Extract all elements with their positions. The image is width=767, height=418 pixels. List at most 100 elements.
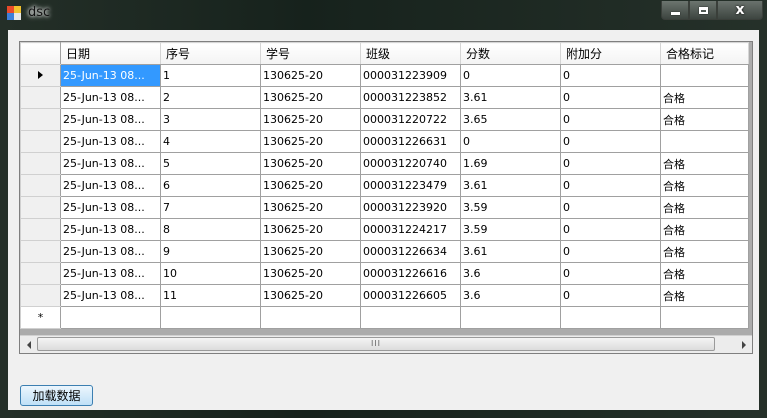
cell-pass-mark[interactable]: 合格 [660,240,749,263]
cell-date[interactable] [60,306,161,329]
cell-pass-mark[interactable]: 合格 [660,86,749,109]
cell-pass-mark[interactable]: 合格 [660,108,749,131]
table-row[interactable]: 25-Jun-13 08... 8 130625-20 000031224217 3.5… [20,218,749,241]
cell-score[interactable]: 3.6 [460,284,561,307]
cell-seq[interactable]: 10 [160,262,261,285]
scroll-left-button[interactable] [20,336,37,353]
cell-score[interactable]: 3.59 [460,218,561,241]
cell-seq[interactable]: 3 [160,108,261,131]
cell-student-id[interactable]: 130625-20 [260,262,361,285]
cell-pass-mark[interactable]: 合格 [660,196,749,219]
cell-class[interactable]: 000031226634 [360,240,461,263]
cell-class[interactable]: 000031224217 [360,218,461,241]
cell-seq[interactable]: 9 [160,240,261,263]
cell-pass-mark[interactable] [660,130,749,153]
cell-pass-mark[interactable]: 合格 [660,262,749,285]
cell-class[interactable]: 000031223479 [360,174,461,197]
column-header-student-id[interactable]: 学号 [260,42,361,65]
cell-score[interactable]: 1.69 [460,152,561,175]
cell-student-id[interactable]: 130625-20 [260,240,361,263]
cell-bonus[interactable]: 0 [560,196,661,219]
row-header-cell[interactable] [20,262,61,285]
cell-bonus[interactable]: 0 [560,64,661,87]
new-row[interactable]: * [20,306,749,329]
cell-class[interactable]: 000031223909 [360,64,461,87]
row-header-cell[interactable] [20,196,61,219]
cell-class[interactable]: 000031223852 [360,86,461,109]
row-header-cell[interactable] [20,152,61,175]
table-row[interactable]: 25-Jun-13 08... 3 130625-20 000031220722 3.6… [20,108,749,131]
load-data-button[interactable]: 加载数据 [20,385,93,406]
row-header-cell[interactable] [20,86,61,109]
table-row[interactable]: 25-Jun-13 08... 10 130625-20 000031226616 3.… [20,262,749,285]
scroll-right-button[interactable] [735,336,752,353]
cell-score[interactable]: 3.65 [460,108,561,131]
cell-class[interactable]: 000031226605 [360,284,461,307]
cell-bonus[interactable]: 0 [560,262,661,285]
cell-class[interactable]: 000031226616 [360,262,461,285]
cell-seq[interactable] [160,306,261,329]
cell-seq[interactable]: 8 [160,218,261,241]
close-button[interactable]: x [717,1,763,20]
cell-bonus[interactable]: 0 [560,108,661,131]
row-header-cell[interactable]: * [20,306,61,329]
cell-student-id[interactable]: 130625-20 [260,218,361,241]
cell-score[interactable]: 3.61 [460,86,561,109]
cell-score[interactable]: 0 [460,130,561,153]
cell-score[interactable]: 0 [460,64,561,87]
column-header-pass-mark[interactable]: 合格标记 [660,42,749,65]
cell-pass-mark[interactable] [660,306,749,329]
column-header-date[interactable]: 日期 [60,42,161,65]
cell-student-id[interactable]: 130625-20 [260,174,361,197]
cell-class[interactable] [360,306,461,329]
cell-student-id[interactable]: 130625-20 [260,130,361,153]
title-bar[interactable]: dsc x [0,0,767,26]
corner-header-cell[interactable] [20,42,61,65]
cell-pass-mark[interactable]: 合格 [660,284,749,307]
cell-bonus[interactable]: 0 [560,284,661,307]
cell-date[interactable]: 25-Jun-13 08... [60,196,161,219]
cell-score[interactable]: 3.61 [460,240,561,263]
cell-pass-mark[interactable]: 合格 [660,218,749,241]
cell-class[interactable]: 000031226631 [360,130,461,153]
cell-date[interactable]: 25-Jun-13 08... [60,108,161,131]
table-row[interactable]: 25-Jun-13 08... 4 130625-20 000031226631 0 0 [20,130,749,153]
row-header-cell[interactable] [20,130,61,153]
row-header-cell[interactable] [20,64,61,87]
table-row[interactable]: 25-Jun-13 08... 11 130625-20 000031226605 3.… [20,284,749,307]
cell-bonus[interactable]: 0 [560,152,661,175]
column-header-seq[interactable]: 序号 [160,42,261,65]
cell-pass-mark[interactable]: 合格 [660,152,749,175]
cell-score[interactable] [460,306,561,329]
horizontal-scrollbar[interactable]: III [20,335,752,353]
cell-student-id[interactable]: 130625-20 [260,64,361,87]
cell-seq[interactable]: 4 [160,130,261,153]
cell-seq[interactable]: 1 [160,64,261,87]
cell-bonus[interactable]: 0 [560,240,661,263]
cell-date[interactable]: 25-Jun-13 08... [60,218,161,241]
row-header-cell[interactable] [20,174,61,197]
cell-score[interactable]: 3.6 [460,262,561,285]
cell-date[interactable]: 25-Jun-13 08... [60,64,161,87]
maximize-button[interactable] [689,1,717,20]
cell-student-id[interactable]: 130625-20 [260,284,361,307]
cell-bonus[interactable]: 0 [560,218,661,241]
table-row[interactable]: 25-Jun-13 08... 2 130625-20 000031223852 3.6… [20,86,749,109]
cell-student-id[interactable]: 130625-20 [260,86,361,109]
cell-date[interactable]: 25-Jun-13 08... [60,240,161,263]
row-header-cell[interactable] [20,108,61,131]
cell-seq[interactable]: 11 [160,284,261,307]
cell-pass-mark[interactable]: 合格 [660,174,749,197]
cell-seq[interactable]: 6 [160,174,261,197]
cell-date[interactable]: 25-Jun-13 08... [60,152,161,175]
cell-class[interactable]: 000031220722 [360,108,461,131]
cell-student-id[interactable] [260,306,361,329]
app-icon[interactable] [7,6,21,20]
cell-pass-mark[interactable] [660,64,749,87]
row-header-cell[interactable] [20,218,61,241]
column-header-class[interactable]: 班级 [360,42,461,65]
cell-date[interactable]: 25-Jun-13 08... [60,284,161,307]
cell-student-id[interactable]: 130625-20 [260,196,361,219]
table-row[interactable]: 25-Jun-13 08... 1 130625-20 000031223909 0 0 [20,64,749,87]
cell-bonus[interactable] [560,306,661,329]
